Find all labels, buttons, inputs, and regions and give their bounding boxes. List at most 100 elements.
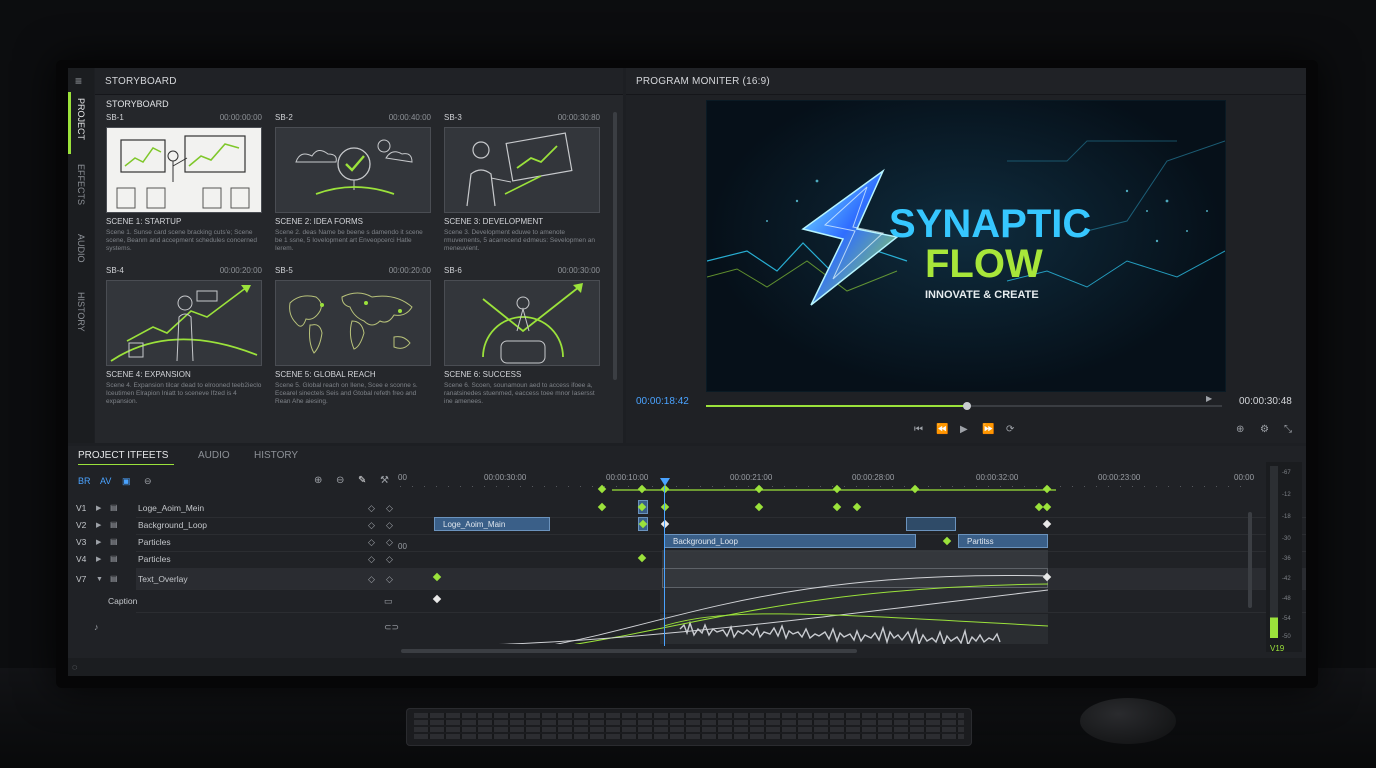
storyboard-card-sb3[interactable]: SB-3 00:00:30:80 SCENE 3: DEVELOPMENT Sc… bbox=[444, 113, 600, 253]
card-title: SCENE 3: DEVELOPMENT bbox=[444, 217, 544, 226]
pen-tool-icon[interactable]: ✎ bbox=[358, 476, 366, 486]
sketch-expansion-icon bbox=[110, 285, 258, 362]
play-small-icon[interactable]: ▶ bbox=[1206, 394, 1212, 404]
playhead-line bbox=[664, 486, 665, 646]
card-description: Scene 1. Sunse card scene bracking cuts'… bbox=[106, 229, 258, 252]
storyboard-card-sb4[interactable]: SB-4 00:00:20:00 SCENE 4: EXPANSION Scen… bbox=[106, 266, 262, 406]
keyframe-curves bbox=[498, 489, 1056, 644]
collapse-arrow-icon[interactable]: ▼ bbox=[96, 575, 103, 585]
expand-arrow-icon[interactable]: ▶ bbox=[96, 504, 101, 514]
vu-label: -67 bbox=[1282, 470, 1291, 476]
ruler-label: 00:00 bbox=[1234, 473, 1255, 482]
storyboard-scrollbar[interactable] bbox=[613, 112, 617, 380]
card-time: 00:00:00:00 bbox=[219, 113, 262, 122]
keyframe-toggle-icon[interactable]: ◇ bbox=[386, 520, 393, 530]
step-forward-icon[interactable]: ⏩ bbox=[982, 425, 994, 435]
card-time: 00:00:20:00 bbox=[219, 266, 262, 275]
storyboard-card-sb6[interactable]: SB-6 00:00:30:00 SCENE 6: SUCCESS Scene … bbox=[444, 266, 600, 406]
card-time: 00:00:40:00 bbox=[388, 113, 431, 122]
markers-icon[interactable]: ▣ bbox=[122, 476, 131, 486]
keyframe-toggle-icon[interactable]: ◇ bbox=[386, 554, 393, 564]
editor-window: ≡ PROJECT EFFECTS AUDIO HISTORY STORYBOA… bbox=[68, 68, 1306, 676]
track-id: V2 bbox=[76, 520, 87, 530]
card-thumbnail bbox=[275, 127, 431, 213]
scrub-bar[interactable] bbox=[706, 402, 1222, 410]
visibility-eye-icon[interactable]: ◇ bbox=[368, 537, 375, 547]
vu-label: -36 bbox=[1282, 556, 1291, 562]
track-name: Loge_Aoim_Mein bbox=[138, 503, 205, 513]
export-frame-icon[interactable]: ⊕ bbox=[1236, 425, 1244, 435]
active-tab-indicator bbox=[68, 92, 71, 154]
ruler-label: 00:00:30:00 bbox=[484, 473, 527, 482]
storyboard-card-sb1[interactable]: SB-1 00:00:00:00 SCENE 1: STARTUP Scene … bbox=[106, 113, 262, 253]
card-id: SB-3 bbox=[444, 113, 462, 122]
timeline-tab-audio[interactable]: AUDIO bbox=[198, 450, 230, 461]
storyboard-card-sb2[interactable]: SB-2 00:00:40:00 SCENE 2: IDEA FORMS Sce… bbox=[275, 113, 431, 253]
vu-label: -50 bbox=[1282, 634, 1291, 640]
storyboard-panel-header: STORYBOARD bbox=[95, 68, 623, 95]
settings-small-icon[interactable]: ⊖ bbox=[144, 476, 152, 486]
step-back-icon[interactable]: ⏪ bbox=[936, 425, 948, 435]
card-id: SB-5 bbox=[275, 266, 293, 275]
card-description: Scene 6. Scoen, sounamoun aed to access … bbox=[444, 382, 595, 405]
audio-link-icon[interactable]: ⊂⊃ bbox=[384, 622, 399, 632]
snap-icon[interactable]: BR bbox=[78, 476, 91, 486]
active-tab-underline bbox=[78, 464, 174, 465]
play-icon[interactable]: ▶ bbox=[960, 425, 968, 435]
zoom-in-icon[interactable]: ⊕ bbox=[314, 476, 322, 486]
timeline-tab-project[interactable]: PROJECT ITFEETS bbox=[78, 450, 168, 461]
expand-arrow-icon[interactable]: ▶ bbox=[96, 521, 101, 531]
wrench-tool-icon[interactable]: ⚒ bbox=[380, 476, 389, 486]
mouse bbox=[1080, 698, 1176, 744]
logo-word-synaptic: SYNAPTIC bbox=[889, 202, 1091, 246]
track-id: V3 bbox=[76, 537, 87, 547]
expand-arrow-icon[interactable]: ▶ bbox=[96, 538, 101, 548]
program-monitor-header: PROGRAM MONITER (16:9) bbox=[626, 68, 1306, 95]
timeline-horizontal-scrollbar[interactable] bbox=[401, 649, 857, 653]
card-id: SB-2 bbox=[275, 113, 293, 122]
card-thumbnail bbox=[444, 280, 600, 366]
settings-icon[interactable]: ⚙ bbox=[1260, 425, 1269, 435]
track-film-icon: ▤ bbox=[110, 554, 118, 563]
visibility-eye-icon[interactable]: ◇ bbox=[368, 520, 375, 530]
microphone-icon: ♪ bbox=[94, 622, 99, 632]
timeline-vertical-scrollbar[interactable] bbox=[1248, 512, 1252, 608]
hamburger-menu-icon[interactable]: ≡ bbox=[75, 75, 82, 87]
logo-word-flow: FLOW bbox=[925, 242, 1043, 286]
keyframe-toggle-icon[interactable]: ◇ bbox=[386, 503, 393, 513]
scrub-handle[interactable] bbox=[962, 402, 971, 410]
card-description: Scene 5. Global reach on Ilene, Scee e s… bbox=[275, 382, 418, 405]
caption-box-icon[interactable]: ▭ bbox=[384, 596, 393, 606]
sketch-development-icon bbox=[466, 132, 573, 207]
linked-selection-icon[interactable]: AV bbox=[100, 476, 111, 486]
expand-arrow-icon[interactable]: ▶ bbox=[96, 555, 101, 565]
track-film-icon: ▤ bbox=[110, 574, 118, 583]
loop-icon[interactable]: ⟳ bbox=[1006, 425, 1014, 435]
timeline-tab-history[interactable]: HISTORY bbox=[254, 450, 298, 461]
video-frame-graphic: SYNAPTIC FLOW INNOVATE & CREATE bbox=[707, 140, 1225, 306]
sketch-idea-icon bbox=[295, 139, 413, 195]
visibility-eye-icon[interactable]: ◇ bbox=[368, 554, 375, 564]
visibility-eye-icon[interactable]: ◇ bbox=[368, 503, 375, 513]
track-name: Text_Overlay bbox=[138, 574, 188, 584]
card-title: SCENE 5: GLOBAL REACH bbox=[275, 370, 376, 379]
sketch-presentation-icon bbox=[116, 135, 250, 209]
track-id: V7 bbox=[76, 574, 87, 584]
visibility-eye-icon[interactable]: ◇ bbox=[368, 574, 375, 584]
keyframe-toggle-icon[interactable]: ◇ bbox=[386, 574, 393, 584]
keyframe-toggle-icon[interactable]: ◇ bbox=[386, 537, 393, 547]
card-id: SB-6 bbox=[444, 266, 462, 275]
card-thumbnail bbox=[275, 280, 431, 366]
card-thumbnail bbox=[444, 127, 600, 213]
zoom-out-icon[interactable]: ⊖ bbox=[336, 476, 344, 486]
video-preview[interactable]: SYNAPTIC FLOW INNOVATE & CREATE bbox=[706, 100, 1226, 392]
transport-controls: ⏮ ⏪ ▶ ⏩ ⟳ ⊕ ⚙ ⤡ bbox=[626, 418, 1306, 443]
go-to-start-icon[interactable]: ⏮ bbox=[914, 425, 923, 435]
ruler-label: 00:00:10:00 bbox=[606, 473, 649, 482]
card-title: SCENE 1: STARTUP bbox=[106, 217, 182, 226]
card-title: SCENE 4: EXPANSION bbox=[106, 370, 191, 379]
sketch-success-icon bbox=[482, 283, 583, 364]
wrench-icon[interactable]: ⤡ bbox=[1284, 425, 1292, 435]
vu-label: -48 bbox=[1282, 596, 1291, 602]
storyboard-card-sb5[interactable]: SB-5 00:00:20:00 SCENE 5: GLOBAL REACH S… bbox=[275, 266, 431, 406]
